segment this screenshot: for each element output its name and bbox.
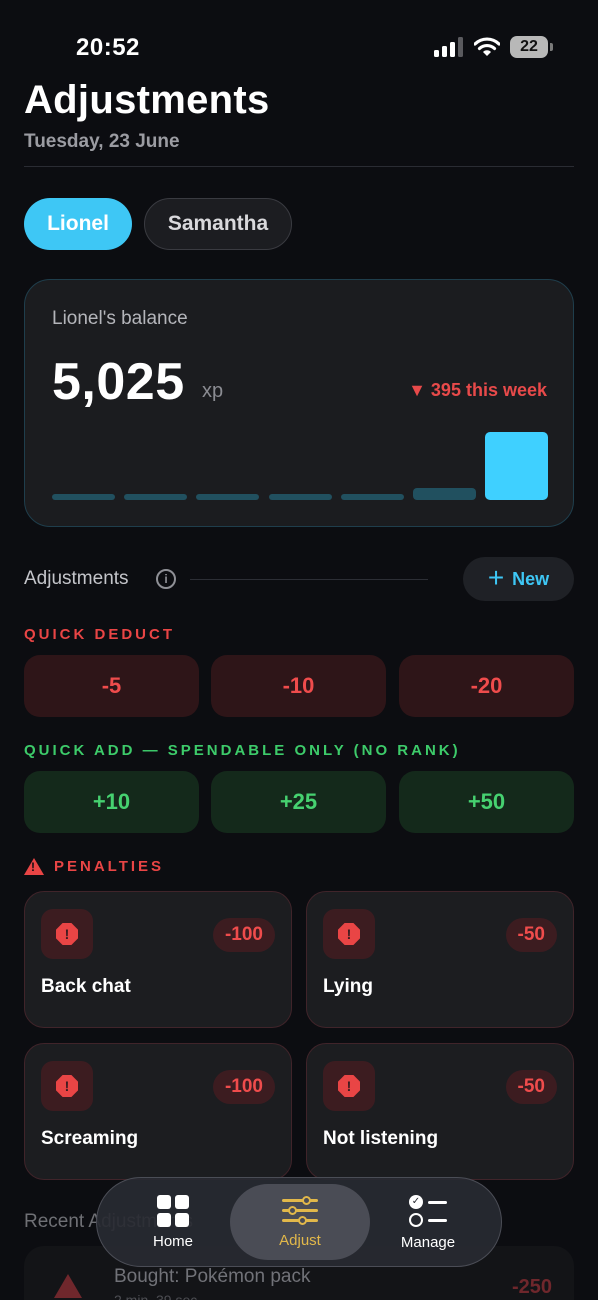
new-adjustment-button[interactable]: + New <box>463 557 574 601</box>
status-icons: 22 <box>434 36 553 58</box>
weekly-bar <box>268 494 332 500</box>
battery-indicator: 22 <box>510 36 553 58</box>
penalty-card-back-chat[interactable]: ! -100 Back chat <box>24 891 292 1028</box>
warning-icon <box>54 1274 82 1298</box>
tab-home[interactable]: Home <box>107 1184 239 1260</box>
penalty-icon-box: ! <box>323 909 375 959</box>
checklist-icon: ✓ <box>409 1194 447 1228</box>
balance-unit: xp <box>202 380 224 402</box>
add-25-button[interactable]: +25 <box>211 771 386 833</box>
stop-alert-icon: ! <box>338 923 360 945</box>
home-grid-icon <box>157 1194 189 1227</box>
penalty-name: Back chat <box>41 976 131 997</box>
page-date: Tuesday, 23 June <box>24 131 180 152</box>
new-button-label: New <box>512 568 550 589</box>
recent-item-title: Bought: Pokémon pack <box>114 1266 311 1287</box>
penalty-card-lying[interactable]: ! -50 Lying <box>306 891 574 1028</box>
weekly-bar <box>52 494 115 500</box>
plus-icon: + <box>487 561 505 593</box>
tab-adjust[interactable]: Adjust <box>230 1184 370 1260</box>
penalty-value: -50 <box>505 1070 557 1104</box>
page-title: Adjustments <box>24 78 270 122</box>
penalty-value: -100 <box>212 1070 275 1104</box>
add-10-button[interactable]: +10 <box>24 771 199 833</box>
weekly-bar <box>413 488 476 500</box>
penalty-name: Lying <box>323 976 373 997</box>
adjustments-header: Adjustments i + New <box>24 556 574 602</box>
bottom-tab-bar: Home Adjust ✓ Manage <box>96 1177 502 1267</box>
stop-alert-icon: ! <box>338 1075 360 1097</box>
stop-alert-icon: ! <box>56 1075 78 1097</box>
add-50-button[interactable]: +50 <box>399 771 574 833</box>
wifi-icon <box>474 37 500 56</box>
penalty-icon-box: ! <box>41 1061 93 1111</box>
profile-tab-samantha[interactable]: Samantha <box>144 198 292 250</box>
penalty-icon-box: ! <box>323 1061 375 1111</box>
tab-manage[interactable]: ✓ Manage <box>362 1184 494 1260</box>
penalty-icon-box: ! <box>41 909 93 959</box>
tab-home-label: Home <box>152 1232 193 1250</box>
stop-alert-icon: ! <box>56 923 78 945</box>
tab-adjust-label: Adjust <box>279 1231 321 1249</box>
quick-add-label: QUICK ADD — SPENDABLE ONLY (NO RANK) <box>24 742 461 759</box>
recent-item-time: 2 min, 39 sec <box>114 1292 198 1300</box>
sliders-icon <box>282 1195 318 1226</box>
penalties-label: PENALTIES <box>54 858 165 875</box>
section-divider <box>190 579 428 580</box>
status-time: 20:52 <box>76 34 140 61</box>
penalty-name: Not listening <box>323 1128 439 1149</box>
weekly-bar <box>196 494 260 500</box>
cellular-signal-icon <box>434 37 463 57</box>
balance-card: Lionel's balance 5,025 xp ▼ 395 this wee… <box>24 279 574 527</box>
balance-change: ▼ 395 this week <box>408 380 547 400</box>
penalty-card-screaming[interactable]: ! -100 Screaming <box>24 1043 292 1180</box>
title-divider <box>24 166 574 167</box>
deduct-10-button[interactable]: -10 <box>211 655 386 717</box>
weekly-bar <box>124 494 188 500</box>
quick-deduct-label: QUICK DEDUCT <box>24 626 175 643</box>
status-bar: 20:52 22 <box>0 0 598 80</box>
penalty-value: -100 <box>212 918 275 952</box>
penalty-name: Screaming <box>41 1128 139 1149</box>
deduct-20-button[interactable]: -20 <box>399 655 574 717</box>
weekly-bar <box>340 494 404 500</box>
tab-manage-label: Manage <box>400 1233 456 1251</box>
weekly-bar-current <box>485 432 549 500</box>
adjustments-label: Adjustments <box>24 568 129 589</box>
balance-value: 5,025 <box>52 353 185 411</box>
penalties-header: PENALTIES <box>24 858 164 875</box>
penalty-value: -50 <box>505 918 557 952</box>
info-icon[interactable]: i <box>156 569 176 589</box>
profile-tab-lionel[interactable]: Lionel <box>24 198 132 250</box>
recent-item-value: -250 <box>511 1276 552 1298</box>
penalty-card-not-listening[interactable]: ! -50 Not listening <box>306 1043 574 1180</box>
warning-icon <box>24 858 44 875</box>
deduct-5-button[interactable]: -5 <box>24 655 199 717</box>
balance-label: Lionel's balance <box>52 308 188 329</box>
